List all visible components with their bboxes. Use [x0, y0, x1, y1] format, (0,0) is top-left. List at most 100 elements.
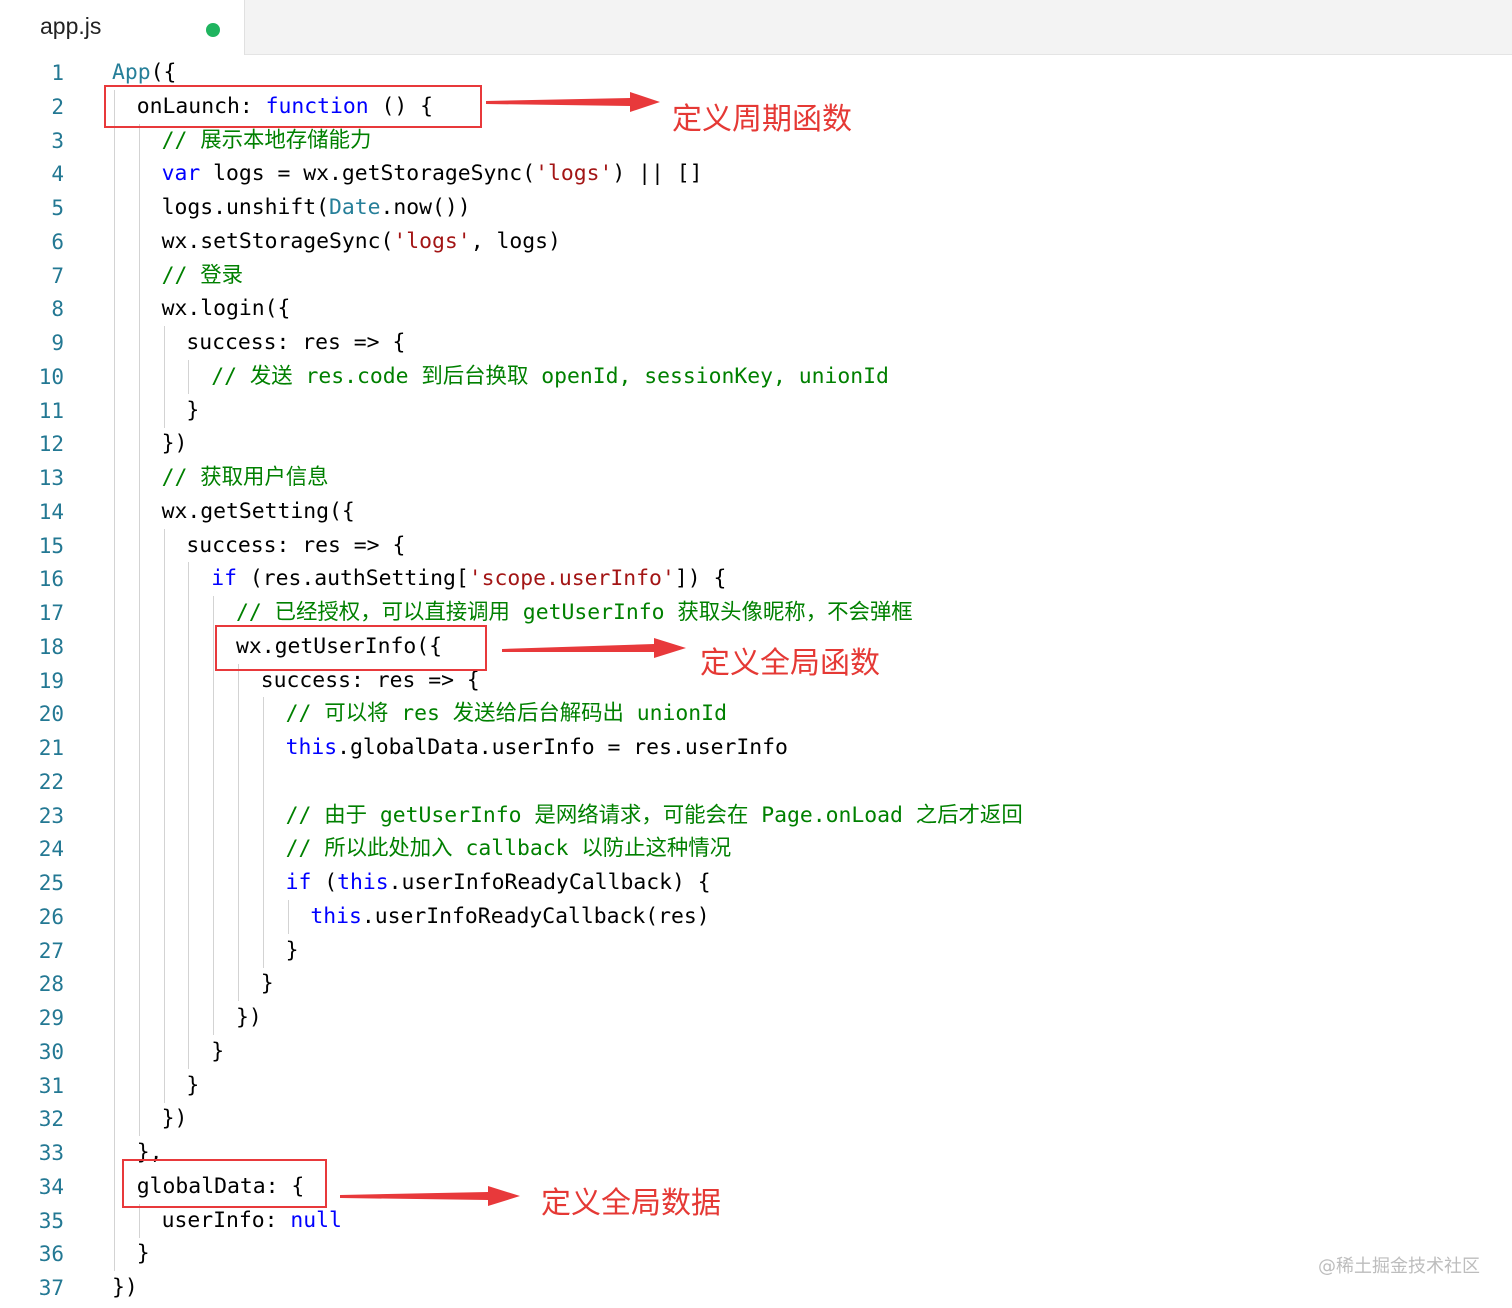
code-token: .userInfoReadyCallback(res) — [361, 903, 710, 929]
annotation-global-function: 定义全局函数 — [700, 646, 880, 681]
indent-guide — [238, 697, 239, 732]
code-line[interactable]: 11} — [0, 393, 1512, 428]
indent-guide — [163, 1068, 165, 1103]
code-line[interactable]: 25 if (this.userInfoReadyCallback) { — [0, 866, 1512, 900]
line-number: 14 — [38, 499, 64, 524]
indent-guide — [114, 461, 115, 495]
code-line[interactable]: 22 — [0, 764, 1512, 799]
code-token: wx.login({ — [161, 296, 291, 322]
code-token: ) || [] — [612, 161, 703, 187]
indent-guide — [238, 731, 239, 765]
code-text: this.globalData.userInfo = res.userInfo — [286, 731, 788, 765]
indent-guide — [188, 764, 190, 799]
code-line[interactable]: 21 this.globalData.userInfo = res.userInf… — [0, 731, 1512, 765]
indent-guide — [114, 1034, 115, 1069]
code-text: } — [137, 1237, 150, 1271]
code-token: // 所以此处加入 callback 以防止这种情况 — [285, 836, 732, 862]
indent-guide — [213, 731, 215, 765]
code-line[interactable]: 13 // 获取用户信息 — [0, 461, 1512, 495]
code-token: null — [290, 1207, 342, 1233]
indent-guide — [114, 663, 115, 698]
code-line[interactable]: 15 success: res => { — [0, 528, 1512, 563]
line-number: 13 — [38, 466, 64, 490]
code-text: this.userInfoReadyCallback(res) — [310, 900, 709, 934]
line-number: 11 — [38, 398, 64, 423]
line-number: 3 — [51, 128, 64, 153]
indent-guide — [114, 1068, 115, 1103]
indent-guide — [114, 1169, 115, 1204]
indent-guide — [138, 798, 140, 833]
tab-app-js[interactable]: app.js — [0, 0, 245, 55]
code-line[interactable]: 7 // 登录 — [0, 258, 1512, 293]
code-line[interactable]: 28} — [0, 967, 1512, 1002]
code-token: // 可以将 res 发送给后台解码出 unionId — [285, 701, 727, 727]
code-line[interactable]: 4 var logs = wx.getStorageSync('logs') ||… — [0, 157, 1512, 192]
code-line[interactable]: 30} — [0, 1034, 1512, 1069]
code-line[interactable]: 6 wx.setStorageSync('logs', logs) — [0, 224, 1512, 259]
code-text: if (this.userInfoReadyCallback) { — [286, 866, 711, 900]
indent-guide — [213, 764, 215, 799]
code-token: App — [112, 60, 151, 85]
indent-guide — [138, 461, 140, 495]
code-token: // 发送 res.code 到后台换取 openId, sessionKey,… — [211, 363, 889, 389]
code-line[interactable]: 29}) — [0, 1001, 1512, 1035]
code-line[interactable]: 24 // 所以此处加入 callback 以防止这种情况 — [0, 832, 1512, 867]
code-line[interactable]: 9 success: res => { — [0, 326, 1512, 360]
code-line[interactable]: 27} — [0, 933, 1512, 968]
code-token: this — [310, 903, 362, 929]
code-token: } — [260, 971, 274, 997]
line-number: 15 — [38, 533, 64, 558]
indent-guide — [213, 798, 215, 833]
code-token: var — [161, 161, 201, 187]
indent-guide — [163, 933, 165, 968]
line-number: 35 — [38, 1208, 64, 1233]
code-text: success: res => { — [186, 529, 405, 563]
indent-guide — [163, 866, 165, 900]
code-text: // 展示本地存储能力 — [162, 124, 372, 158]
line-number: 17 — [38, 601, 64, 625]
code-line[interactable]: 14 wx.getSetting({ — [0, 494, 1512, 529]
code-text: if (res.authSetting['scope.userInfo']) { — [211, 562, 726, 596]
code-token: (res.authSetting[ — [236, 566, 469, 592]
code-line[interactable]: 20 // 可以将 res 发送给后台解码出 unionId — [0, 697, 1512, 732]
code-token: // 已经授权，可以直接调用 getUserInfo 获取头像昵称，不会弹框 — [236, 600, 913, 625]
code-line[interactable]: 35 userInfo: null — [0, 1203, 1512, 1238]
indent-guide — [238, 899, 239, 934]
line-number: 31 — [38, 1073, 64, 1098]
code-line[interactable]: 8 wx.login({ — [0, 292, 1512, 327]
code-line[interactable]: 5 logs.unshift(Date.now()) — [0, 191, 1512, 225]
indent-guide — [114, 494, 115, 529]
indent-guide — [114, 629, 115, 664]
code-text: } — [211, 1035, 224, 1069]
indent-guide — [114, 1237, 115, 1272]
code-editor[interactable]: 1 App({2 onLaunch: function () {3// 展示本地存储… — [0, 56, 1512, 1308]
indent-guide — [114, 258, 115, 293]
indent-guide — [213, 1001, 215, 1035]
indent-guide — [114, 528, 115, 563]
unsaved-changes-dot-icon[interactable] — [206, 23, 220, 37]
indent-guide — [138, 832, 140, 867]
code-line[interactable]: 31} — [0, 1068, 1512, 1103]
code-line[interactable]: 37}) — [0, 1271, 1512, 1305]
code-line[interactable]: 16 if (res.authSetting['scope.userInfo'])… — [0, 562, 1512, 597]
code-token: } — [136, 1241, 150, 1267]
indent-guide — [188, 697, 190, 732]
indent-guide — [114, 191, 115, 225]
code-line[interactable]: 36} — [0, 1237, 1512, 1272]
indent-guide — [138, 1102, 140, 1137]
code-token: // 获取用户信息 — [161, 465, 329, 490]
code-text: // 所以此处加入 callback 以防止这种情况 — [286, 832, 732, 866]
code-line[interactable]: 12}) — [0, 427, 1512, 462]
code-token: ]) { — [674, 566, 727, 592]
indent-guide — [238, 933, 239, 968]
indent-guide — [163, 596, 165, 630]
indent-guide — [138, 629, 140, 664]
indent-guide — [163, 326, 165, 360]
indent-guide — [163, 393, 165, 428]
code-line[interactable]: 32}) — [0, 1102, 1512, 1137]
indent-guide — [188, 731, 190, 765]
code-line[interactable]: 26 this.userInfoReadyCallback(res) — [0, 899, 1512, 934]
indent-guide — [188, 899, 190, 934]
code-line[interactable]: 10 // 发送 res.code 到后台换取 openId, sessionKe… — [0, 359, 1512, 394]
code-line[interactable]: 23 // 由于 getUserInfo 是网络请求，可能会在 Page.onLo… — [0, 798, 1512, 833]
